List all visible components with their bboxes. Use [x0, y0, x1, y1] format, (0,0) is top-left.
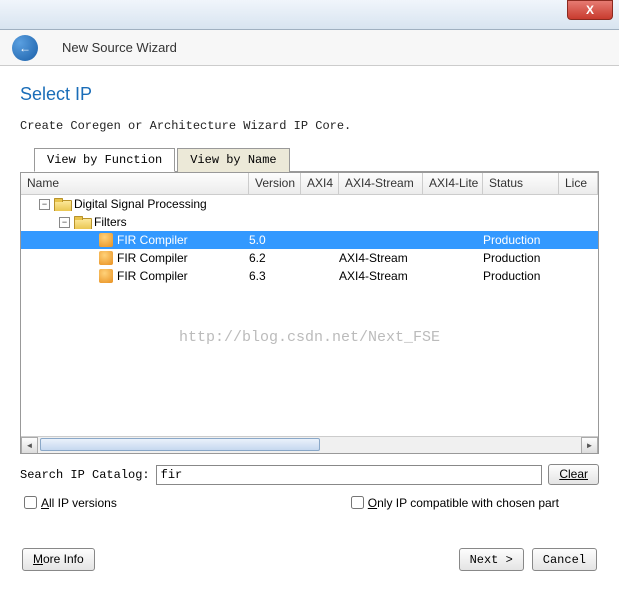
col-header-axi4lite[interactable]: AXI4-Lite [423, 173, 483, 194]
tree-row-fir-62[interactable]: FIR Compiler 6.2 AXI4-Stream Production [21, 249, 598, 267]
wizard-header: ← New Source Wizard [0, 30, 619, 66]
watermark-text: http://blog.csdn.net/Next_FSE [21, 329, 598, 346]
ip-icon [99, 269, 113, 283]
ip-version: 6.3 [249, 269, 301, 283]
tree-node-label: Filters [94, 215, 127, 229]
arrow-left-icon: ← [19, 41, 31, 55]
ip-tree-panel: Name Version AXI4 AXI4-Stream AXI4-Lite … [20, 172, 599, 454]
tab-view-by-name[interactable]: View by Name [177, 148, 289, 172]
ip-version: 6.2 [249, 251, 301, 265]
more-info-button[interactable]: More Info [22, 548, 95, 571]
wizard-title: New Source Wizard [62, 40, 177, 55]
tab-view-by-function[interactable]: View by Function [34, 148, 175, 172]
ip-axi4s: AXI4-Stream [339, 269, 423, 283]
options-row: All IP versions Only IP compatible with … [20, 493, 599, 512]
tree-row-fir-50[interactable]: FIR Compiler 5.0 Production [21, 231, 598, 249]
col-header-status[interactable]: Status [483, 173, 559, 194]
search-label: Search IP Catalog: [20, 468, 150, 482]
ip-status: Production [483, 251, 559, 265]
close-button[interactable]: X [567, 0, 613, 20]
all-versions-checkbox[interactable]: All IP versions [20, 493, 117, 512]
scroll-left-icon[interactable]: ◄ [21, 437, 38, 454]
col-header-axi4[interactable]: AXI4 [301, 173, 339, 194]
col-header-license[interactable]: Lice [559, 173, 598, 194]
page-heading: Select IP [20, 84, 599, 105]
ip-status: Production [483, 233, 559, 247]
tree-node-filters[interactable]: − Filters [21, 213, 598, 231]
window-titlebar: X [0, 0, 619, 30]
only-compatible-checkbox[interactable]: Only IP compatible with chosen part [347, 493, 559, 512]
tab-strip: View by Function View by Name [34, 147, 599, 172]
ip-axi4s: AXI4-Stream [339, 251, 423, 265]
page-subtitle: Create Coregen or Architecture Wizard IP… [20, 119, 599, 133]
scroll-right-icon[interactable]: ► [581, 437, 598, 454]
close-icon: X [586, 3, 594, 17]
scroll-track[interactable] [38, 437, 581, 454]
collapse-icon[interactable]: − [59, 217, 70, 228]
scroll-thumb[interactable] [40, 438, 320, 451]
search-row: Search IP Catalog: Clear [20, 464, 599, 485]
tree-node-dsp[interactable]: − Digital Signal Processing [21, 195, 598, 213]
column-headers: Name Version AXI4 AXI4-Stream AXI4-Lite … [21, 173, 598, 195]
folder-icon [54, 198, 70, 211]
ip-name: FIR Compiler [117, 269, 188, 283]
only-compatible-input[interactable] [351, 496, 364, 509]
all-versions-input[interactable] [24, 496, 37, 509]
folder-icon [74, 216, 90, 229]
tree-row-fir-63[interactable]: FIR Compiler 6.3 AXI4-Stream Production [21, 267, 598, 285]
ip-icon [99, 233, 113, 247]
ip-version: 5.0 [249, 233, 301, 247]
wizard-buttons: More Info Next > Cancel [20, 548, 599, 571]
col-header-name[interactable]: Name [21, 173, 249, 194]
wizard-content: Select IP Create Coregen or Architecture… [0, 66, 619, 581]
ip-icon [99, 251, 113, 265]
clear-button[interactable]: Clear [548, 464, 599, 485]
next-button[interactable]: Next > [459, 548, 524, 571]
back-button[interactable]: ← [12, 35, 38, 61]
col-header-axi4stream[interactable]: AXI4-Stream [339, 173, 423, 194]
search-input[interactable] [156, 465, 543, 485]
ip-name: FIR Compiler [117, 233, 188, 247]
col-header-version[interactable]: Version [249, 173, 301, 194]
ip-name: FIR Compiler [117, 251, 188, 265]
tree-body: − Digital Signal Processing − Filters FI… [21, 195, 598, 435]
cancel-button[interactable]: Cancel [532, 548, 597, 571]
horizontal-scrollbar[interactable]: ◄ ► [21, 436, 598, 453]
ip-status: Production [483, 269, 559, 283]
tree-node-label: Digital Signal Processing [74, 197, 207, 211]
collapse-icon[interactable]: − [39, 199, 50, 210]
